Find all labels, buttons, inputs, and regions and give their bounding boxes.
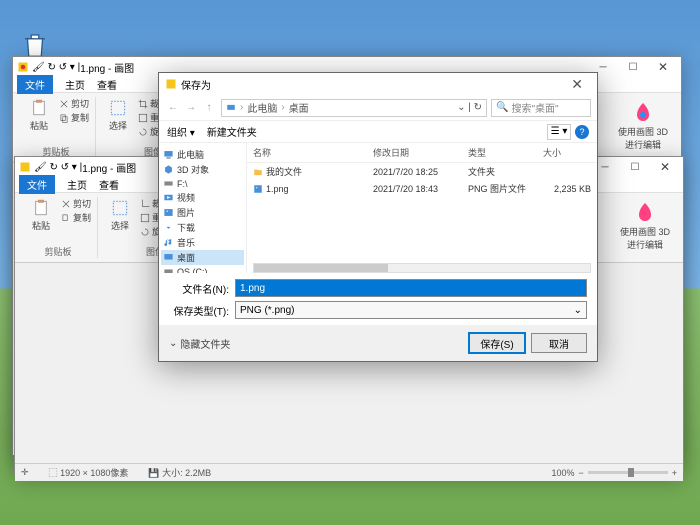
- tree-videos[interactable]: 视频: [161, 190, 244, 205]
- tree-desktop[interactable]: 桌面: [161, 250, 244, 265]
- zoom-level: 100%: [551, 468, 574, 478]
- search-input[interactable]: 🔍 搜索"桌面": [491, 99, 591, 117]
- copy-button[interactable]: 复制: [59, 111, 89, 124]
- statusbar: ✛ ⬚ 1920 × 1080像素 💾 大小: 2.2MB 100% − +: [15, 463, 683, 481]
- paint-app-icon: [17, 61, 29, 73]
- search-icon: 🔍: [496, 102, 508, 113]
- breadcrumb[interactable]: › 此电脑 › 桌面 ⌄ | ↻: [221, 99, 487, 117]
- file-row[interactable]: 我的文件 2021/7/20 18:25 文件夹: [247, 163, 597, 180]
- maximize-button[interactable]: ☐: [621, 158, 649, 176]
- paint-app-icon: [19, 161, 31, 173]
- filetype-label: 保存类型(T):: [169, 303, 229, 318]
- help-icon[interactable]: ?: [575, 125, 589, 139]
- paste-button[interactable]: 粘贴: [25, 197, 57, 245]
- hide-folders-toggle[interactable]: ⌄ 隐藏文件夹: [169, 336, 230, 351]
- filename-label: 文件名(N):: [169, 281, 229, 296]
- dialog-nav: ← → ↑ › 此电脑 › 桌面 ⌄ | ↻ 🔍 搜索"桌面": [159, 95, 597, 121]
- menu-file[interactable]: 文件: [19, 175, 55, 194]
- paste-button[interactable]: 粘贴: [23, 97, 55, 145]
- chevron-down-icon: ⌄: [574, 305, 582, 316]
- tree-fdrive[interactable]: F:\: [161, 177, 244, 190]
- save-as-dialog: 保存为 ✕ ← → ↑ › 此电脑 › 桌面 ⌄ | ↻ 🔍 搜索"桌面" 组织…: [158, 72, 598, 362]
- nav-back-button[interactable]: ←: [165, 100, 181, 116]
- dialog-titlebar: 保存为 ✕: [159, 73, 597, 95]
- tree-3d-objects[interactable]: 3D 对象: [161, 162, 244, 177]
- select-button[interactable]: 选择: [104, 197, 136, 245]
- tree-this-pc[interactable]: 此电脑: [161, 147, 244, 162]
- dialog-title: 保存为: [181, 77, 211, 92]
- zoom-slider[interactable]: [588, 471, 668, 474]
- menu-view[interactable]: 查看: [99, 177, 119, 192]
- col-type[interactable]: 类型: [468, 146, 543, 159]
- status-dimensions: ⬚ 1920 × 1080像素: [49, 466, 129, 479]
- col-name[interactable]: 名称: [253, 146, 373, 159]
- cancel-button[interactable]: 取消: [531, 333, 587, 353]
- nav-forward-button[interactable]: →: [183, 100, 199, 116]
- cut-button[interactable]: 剪切: [61, 197, 91, 210]
- folder-icon: [253, 167, 263, 177]
- window-title: 1.png - 画图: [80, 60, 134, 75]
- paint-app-icon: [165, 78, 177, 90]
- tree-downloads[interactable]: 下载: [161, 220, 244, 235]
- status-filesize: 💾 大小: 2.2MB: [148, 466, 211, 479]
- maximize-button[interactable]: ☐: [619, 58, 647, 76]
- select-button[interactable]: 选择: [102, 97, 134, 145]
- horizontal-scrollbar[interactable]: [253, 263, 591, 273]
- col-size[interactable]: 大小: [543, 146, 591, 159]
- paint3d-button[interactable]: 使用画图 3D 进行编辑: [609, 97, 677, 158]
- cut-button[interactable]: 剪切: [59, 97, 89, 110]
- save-button[interactable]: 保存(S): [469, 333, 525, 353]
- dialog-close-button[interactable]: ✕: [563, 76, 591, 93]
- nav-up-button[interactable]: ↑: [201, 100, 217, 116]
- col-date[interactable]: 修改日期: [373, 146, 468, 159]
- pc-icon: [226, 103, 236, 113]
- tree-music[interactable]: 音乐: [161, 235, 244, 250]
- dialog-toolbar: 组织 ▾ 新建文件夹 ☰ ▾ ?: [159, 121, 597, 143]
- menu-file[interactable]: 文件: [17, 75, 53, 94]
- copy-button[interactable]: 复制: [61, 211, 91, 224]
- tree-os-drive[interactable]: OS (C:): [161, 265, 244, 273]
- new-folder-button[interactable]: 新建文件夹: [207, 124, 257, 139]
- menu-home[interactable]: 主页: [65, 77, 85, 92]
- view-mode-button[interactable]: ☰ ▾: [547, 124, 571, 140]
- tree-pictures[interactable]: 图片: [161, 205, 244, 220]
- folder-tree[interactable]: 此电脑 3D 对象 F:\ 视频 图片 下载 音乐 桌面 OS (C:) DAT…: [159, 143, 247, 273]
- menu-home[interactable]: 主页: [67, 177, 87, 192]
- chevron-down-icon: ⌄: [169, 338, 177, 349]
- close-button[interactable]: ✕: [651, 158, 679, 176]
- image-file-icon: [253, 184, 263, 194]
- close-button[interactable]: ✕: [649, 58, 677, 76]
- organize-button[interactable]: 组织 ▾: [167, 124, 195, 139]
- zoom-in-button[interactable]: +: [672, 468, 677, 478]
- window-title: 1.png - 画图: [82, 160, 136, 175]
- zoom-out-button[interactable]: −: [578, 468, 583, 478]
- paint3d-button[interactable]: 使用画图 3D 进行编辑: [611, 197, 679, 258]
- filetype-select[interactable]: PNG (*.png)⌄: [235, 301, 587, 319]
- filename-input[interactable]: [235, 279, 587, 297]
- file-row[interactable]: 1.png 2021/7/20 18:43 PNG 图片文件 2,235 KB: [247, 180, 597, 197]
- menu-view[interactable]: 查看: [97, 77, 117, 92]
- file-list: 名称 修改日期 类型 大小 我的文件 2021/7/20 18:25 文件夹 1…: [247, 143, 597, 273]
